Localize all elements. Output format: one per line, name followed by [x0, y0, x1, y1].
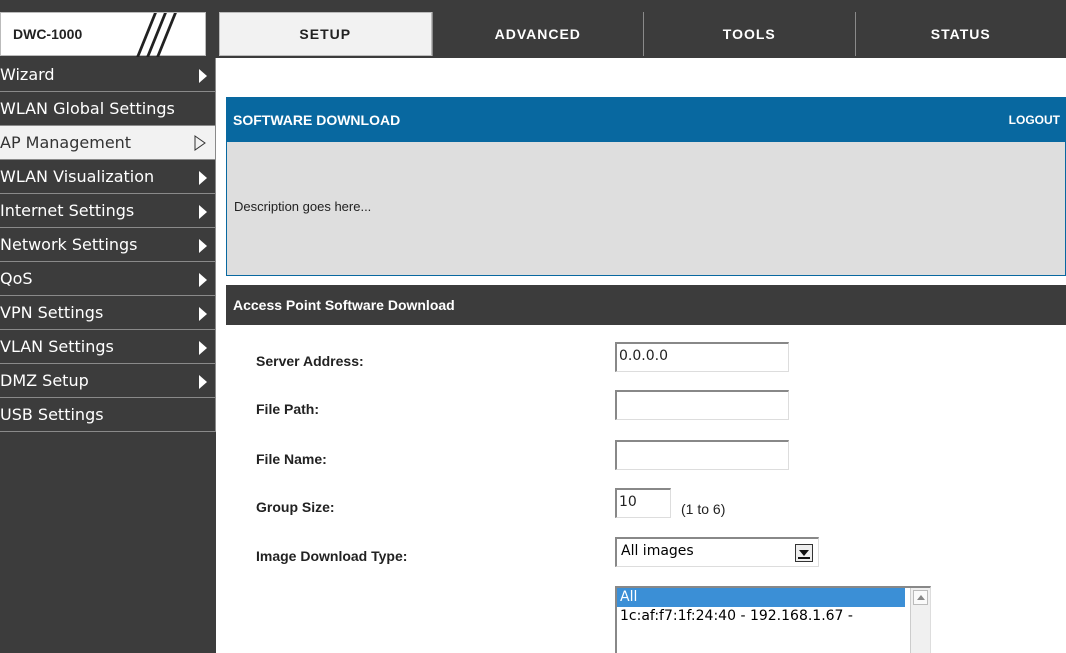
- sidebar: Wizard WLAN Global Settings AP Managemen…: [0, 58, 216, 653]
- server-address-label: Server Address:: [256, 353, 364, 369]
- sidebar-item-label: Wizard: [0, 65, 55, 84]
- chevron-down-icon[interactable]: [795, 544, 813, 562]
- group-size-hint: (1 to 6): [681, 501, 726, 517]
- sidebar-item-wizard[interactable]: Wizard: [0, 58, 216, 92]
- device-model: DWC-1000: [13, 26, 83, 42]
- page-description: Description goes here...: [226, 142, 1066, 276]
- chevron-right-icon: [199, 273, 207, 287]
- sidebar-item-label: VLAN Settings: [0, 337, 114, 356]
- sidebar-item-label: AP Management: [0, 133, 132, 152]
- sidebar-item-wlan-global-settings[interactable]: WLAN Global Settings: [0, 92, 216, 126]
- image-download-type-label: Image Download Type:: [256, 548, 408, 564]
- chevron-right-icon: [199, 69, 207, 83]
- server-address-input[interactable]: 0.0.0.0: [615, 342, 789, 372]
- logo-slashes-icon: [129, 13, 179, 57]
- sidebar-item-label: VPN Settings: [0, 303, 104, 322]
- list-item[interactable]: 1c:af:f7:1f:24:40 - 192.168.1.67 -: [617, 607, 930, 626]
- image-download-type-value: All images: [621, 543, 694, 559]
- file-path-label: File Path:: [256, 401, 320, 417]
- chevron-right-icon: [199, 239, 207, 253]
- chevron-right-icon: [199, 171, 207, 185]
- listbox-scrollbar[interactable]: [910, 588, 930, 653]
- file-name-input[interactable]: [615, 440, 789, 470]
- sidebar-item-label: Network Settings: [0, 235, 138, 254]
- tab-status[interactable]: STATUS: [854, 12, 1066, 56]
- list-item[interactable]: All: [617, 588, 905, 607]
- image-download-type-select[interactable]: All images: [615, 537, 819, 567]
- file-path-input[interactable]: [615, 390, 789, 420]
- device-logo: DWC-1000: [0, 12, 206, 57]
- sidebar-item-vpn-settings[interactable]: VPN Settings: [0, 296, 216, 330]
- group-size-input[interactable]: 10: [615, 488, 671, 518]
- file-name-label: File Name:: [256, 451, 327, 467]
- sidebar-item-qos[interactable]: QoS: [0, 262, 216, 296]
- sidebar-item-label: USB Settings: [0, 405, 104, 424]
- section-title: Access Point Software Download: [226, 285, 1066, 325]
- sidebar-item-usb-settings[interactable]: USB Settings: [0, 398, 216, 432]
- sidebar-item-vlan-settings[interactable]: VLAN Settings: [0, 330, 216, 364]
- chevron-right-icon: [199, 307, 207, 321]
- sidebar-item-dmz-setup[interactable]: DMZ Setup: [0, 364, 216, 398]
- tab-advanced[interactable]: ADVANCED: [431, 12, 643, 56]
- top-bar: DWC-1000 SETUP ADVANCED TOOLS STATUS: [0, 0, 1066, 58]
- group-size-label: Group Size:: [256, 499, 335, 515]
- sidebar-item-label: WLAN Visualization: [0, 167, 155, 186]
- sidebar-item-label: WLAN Global Settings: [0, 99, 175, 118]
- sidebar-item-wlan-visualization[interactable]: WLAN Visualization: [0, 160, 216, 194]
- page-title: SOFTWARE DOWNLOAD: [233, 111, 401, 128]
- access-point-listbox[interactable]: All 1c:af:f7:1f:24:40 - 192.168.1.67 -: [615, 586, 931, 653]
- sidebar-item-internet-settings[interactable]: Internet Settings: [0, 194, 216, 228]
- tab-setup[interactable]: SETUP: [219, 12, 432, 56]
- sidebar-item-label: QoS: [0, 269, 33, 288]
- panel-header: SOFTWARE DOWNLOAD LOGOUT: [226, 97, 1066, 142]
- sidebar-item-network-settings[interactable]: Network Settings: [0, 228, 216, 262]
- main-content: SOFTWARE DOWNLOAD LOGOUT Description goe…: [226, 97, 1066, 653]
- sidebar-item-label: Internet Settings: [0, 201, 135, 220]
- sidebar-item-label: DMZ Setup: [0, 371, 89, 390]
- chevron-right-icon: [199, 375, 207, 389]
- chevron-right-icon: [199, 205, 207, 219]
- tab-tools[interactable]: TOOLS: [643, 12, 855, 56]
- chevron-right-icon: [199, 341, 207, 355]
- sidebar-item-ap-management[interactable]: AP Management: [0, 126, 216, 160]
- main-tabs: SETUP ADVANCED TOOLS STATUS: [219, 12, 1066, 56]
- scroll-up-icon[interactable]: [913, 590, 928, 605]
- logo-area: DWC-1000: [0, 0, 216, 58]
- logout-link[interactable]: LOGOUT: [1009, 113, 1060, 127]
- chevron-right-outline-icon: [194, 135, 206, 151]
